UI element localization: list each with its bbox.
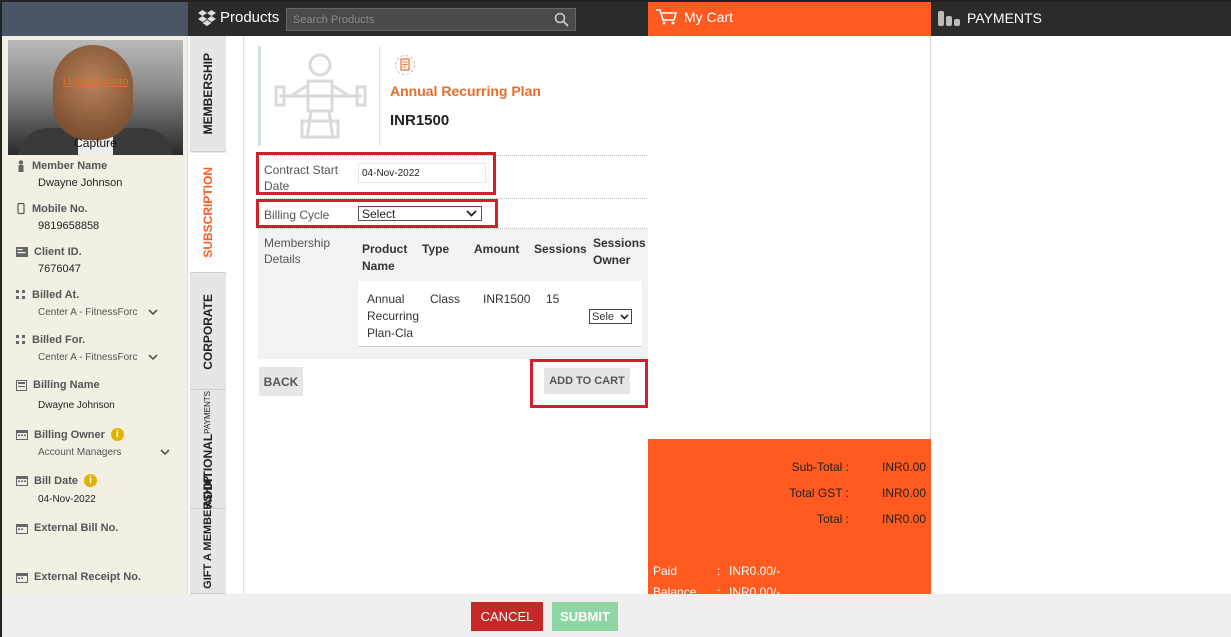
- products-title: Products: [198, 9, 279, 26]
- chevron-down-icon: [148, 309, 158, 316]
- plan-price: INR1500: [390, 112, 450, 129]
- calendar-icon: [16, 572, 28, 583]
- coins-icon: [938, 11, 960, 26]
- highlight-add-to-cart: [530, 359, 648, 408]
- info-icon[interactable]: i: [84, 474, 98, 487]
- chevron-down-icon: [160, 449, 170, 456]
- col-type: Type: [422, 242, 450, 256]
- cart-panel: Sub-Total : INR0.00 Total GST : INR0.00 …: [648, 36, 931, 599]
- billed-at-field: Billed At. Center A - FitnessForc: [16, 289, 158, 318]
- capture-link[interactable]: Capture: [8, 136, 183, 150]
- calendar-icon: [16, 476, 28, 486]
- upload-photo-link[interactable]: Upload photo: [8, 76, 183, 88]
- info-icon[interactable]: i: [110, 428, 124, 441]
- footer-bar: CANCEL SUBMIT: [2, 594, 1231, 637]
- bill-date-value[interactable]: 04-Nov-2022: [38, 494, 97, 505]
- external-receipt-field: External Receipt No.: [16, 571, 141, 583]
- top-left-block: [2, 2, 188, 36]
- highlight-billing-cycle: [256, 199, 498, 228]
- plan-name: Annual Recurring Plan: [390, 83, 541, 99]
- search-input[interactable]: [287, 9, 575, 30]
- membership-details-label: Membership Details: [264, 236, 331, 266]
- cell-sessions: 15: [546, 292, 560, 306]
- plan-document-icon: [395, 55, 415, 75]
- membership-details: Membership Details Product Name Type Amo…: [258, 229, 649, 359]
- tab-gift-membership[interactable]: GIFT A MEMBERSHIP: [190, 476, 226, 594]
- submit-button[interactable]: SUBMIT: [552, 602, 618, 631]
- document-icon: [16, 379, 27, 391]
- highlight-contract-start: [256, 152, 496, 195]
- calendar-icon: [16, 430, 28, 440]
- product-image: [258, 46, 380, 146]
- cart-icon: [656, 9, 678, 25]
- billed-for-field: Billed For. Center A - FitnessForc: [16, 334, 158, 363]
- vertical-tabs: MEMBERSHIP SUBSCRIPTION CORPORATE ADDITI…: [190, 36, 226, 594]
- search-box[interactable]: [286, 8, 576, 31]
- top-bar: Products My Cart PAYMEN: [2, 2, 1231, 36]
- member-sidebar: Upload photo Capture Member Name Dwayne …: [2, 36, 188, 594]
- mobile-field: Mobile No. 9819658858: [16, 203, 99, 232]
- tab-subscription[interactable]: SUBSCRIPTION: [190, 153, 226, 273]
- external-bill-field: External Bill No.: [16, 522, 118, 534]
- weightlifter-icon: [274, 53, 366, 140]
- col-sessions: Sessions: [534, 242, 587, 256]
- chevron-down-icon: [148, 354, 158, 361]
- member-photo: Upload photo Capture: [8, 40, 183, 155]
- col-sessions-owner: Sessions Owner: [593, 236, 646, 267]
- cart-title: My Cart: [656, 9, 733, 25]
- cell-product-name: Annual Recurring Plan-Cla: [367, 292, 420, 340]
- cell-amount: INR1500: [483, 292, 531, 306]
- products-header: Products: [188, 2, 648, 36]
- bill-date-field: Bill Date i 04-Nov-2022: [16, 474, 98, 505]
- payments-panel: [931, 36, 1231, 594]
- cart-summary: Sub-Total : INR0.00 Total GST : INR0.00 …: [648, 439, 931, 599]
- billing-owner-select[interactable]: Account Managers: [38, 447, 170, 458]
- billed-at-select[interactable]: Center A - FitnessForc: [38, 307, 158, 318]
- grid-dots-icon: [16, 335, 25, 344]
- cancel-button[interactable]: CANCEL: [471, 602, 543, 631]
- search-icon[interactable]: [554, 12, 569, 27]
- back-button[interactable]: BACK: [259, 367, 303, 396]
- col-amount: Amount: [474, 242, 520, 256]
- tab-membership[interactable]: MEMBERSHIP: [190, 36, 226, 152]
- paid-row: Paid : INR0.00/-: [653, 564, 781, 578]
- cart-header: My Cart: [648, 2, 931, 36]
- billing-name-field: Billing Name Dwayne Johnson: [16, 379, 115, 411]
- billing-owner-field: Billing Owner i Account Managers: [16, 428, 170, 458]
- member-name-field: Member Name Dwayne Johnson: [16, 160, 122, 189]
- dropbox-icon: [198, 9, 216, 26]
- payments-title: PAYMENTS: [937, 9, 1042, 27]
- tab-corporate[interactable]: CORPORATE: [190, 274, 226, 390]
- col-product-name: Product Name: [362, 242, 408, 273]
- payments-header: PAYMENTS: [931, 2, 1231, 36]
- client-id-field: Client ID. 7676047: [16, 246, 82, 275]
- chevron-down-icon: [620, 313, 629, 320]
- subscription-panel: Annual Recurring Plan INR1500 Contract S…: [243, 36, 649, 594]
- mobile-icon: [17, 203, 25, 215]
- billed-for-select[interactable]: Center A - FitnessForc: [38, 352, 158, 363]
- grid-dots-icon: [16, 290, 25, 299]
- calendar-icon: [16, 523, 28, 534]
- sessions-owner-select[interactable]: Sele: [589, 309, 632, 324]
- id-card-icon: [16, 247, 28, 257]
- product-card: Annual Recurring Plan INR1500: [258, 46, 649, 156]
- cell-type: Class: [430, 292, 461, 306]
- person-icon: [18, 160, 24, 172]
